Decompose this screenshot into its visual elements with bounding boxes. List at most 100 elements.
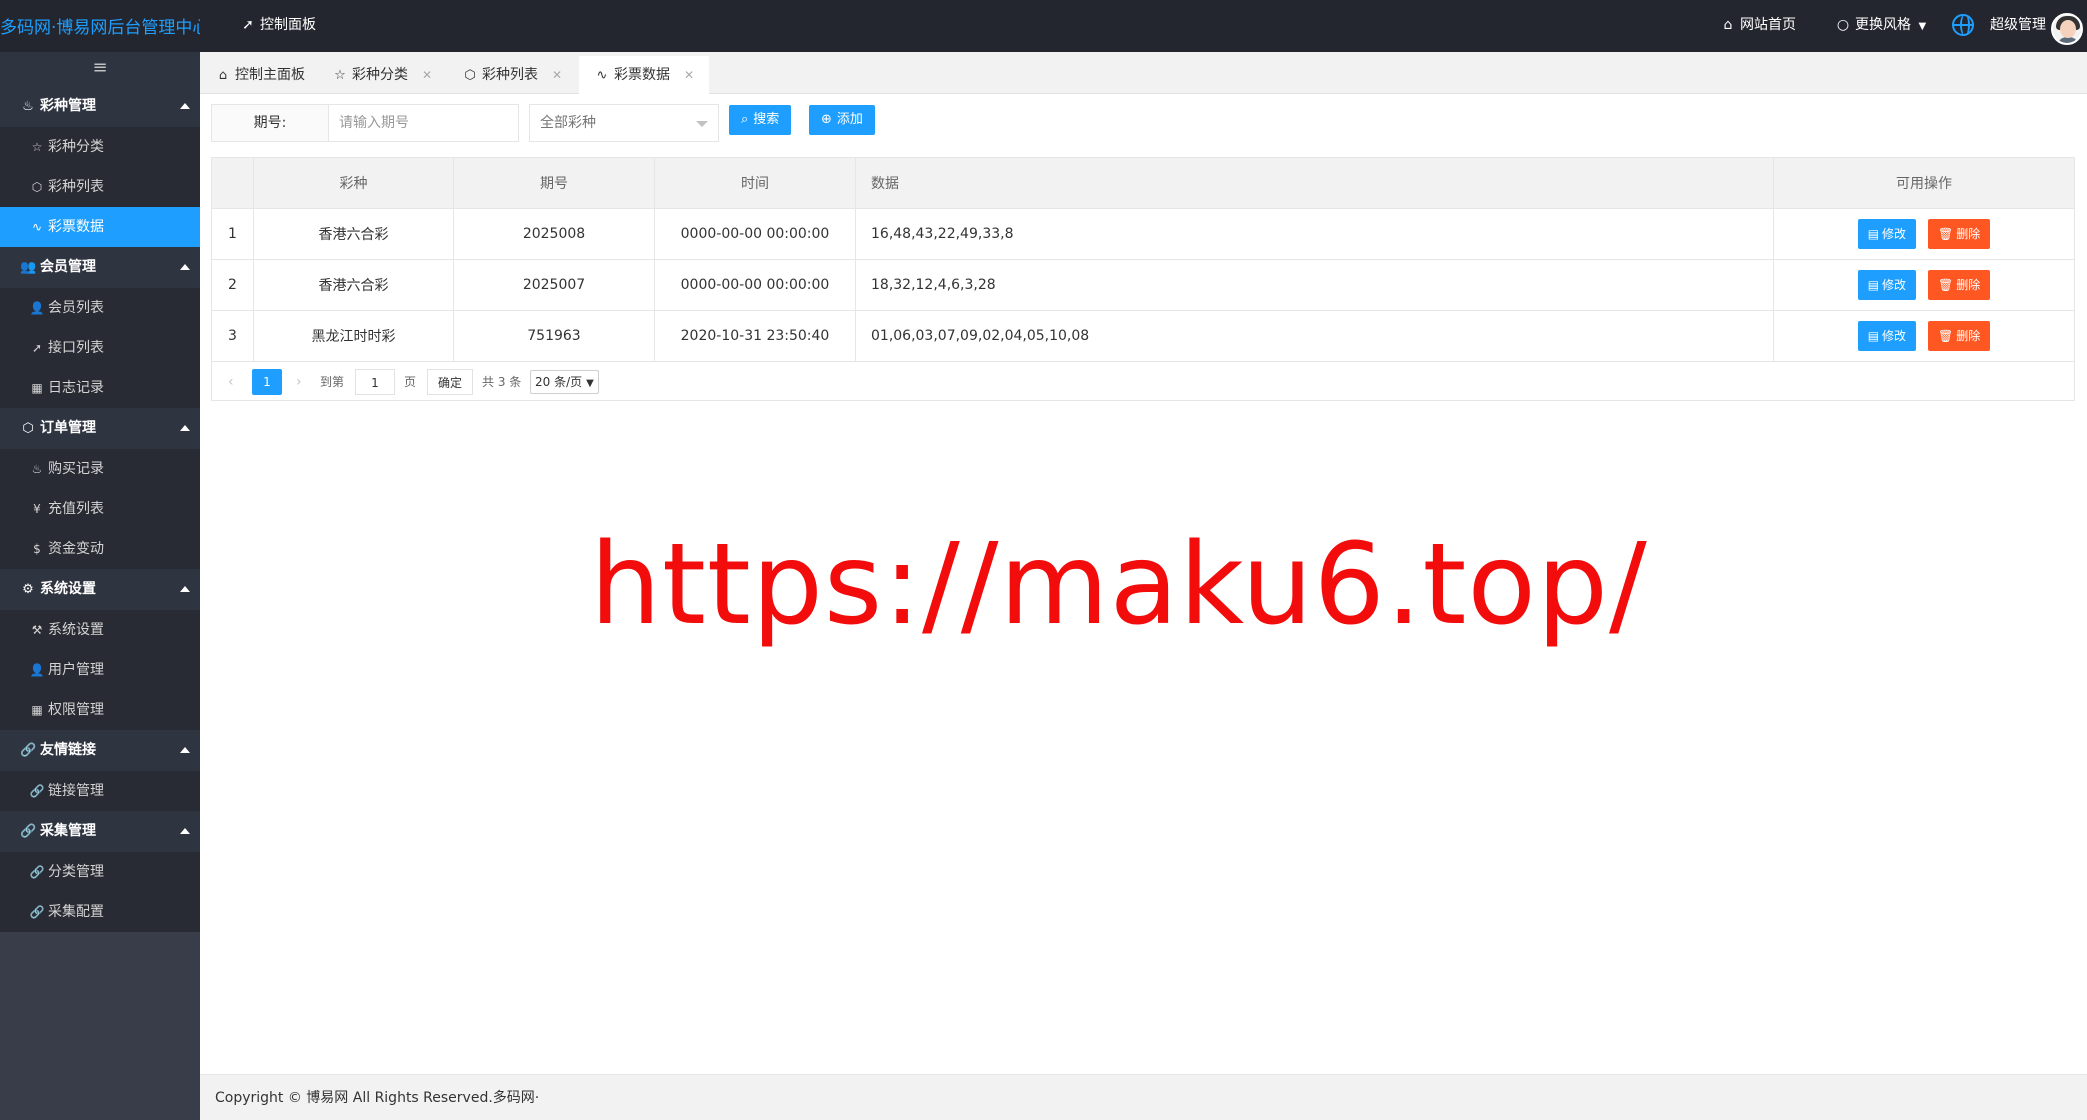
sidebar-item-lottery-list[interactable]: ⬡ 彩种列表 [0, 167, 200, 207]
close-icon[interactable]: ✕ [552, 56, 562, 94]
column-header [211, 157, 254, 209]
sidebar-item-system-settings[interactable]: ⚒ 系统设置 [0, 610, 200, 650]
data-table: 彩种 期号 时间 数据 可用操作 1 香港六合彩 2025008 0000-00… [211, 157, 2075, 362]
close-icon[interactable]: ✕ [422, 56, 432, 94]
prev-page-icon[interactable]: ‹ [228, 369, 234, 395]
send-icon: ➚ [242, 17, 254, 33]
plus-circle-icon: ⊕ [821, 112, 832, 127]
sidebar-group-orders[interactable]: ⬡ 订单管理 [0, 408, 200, 449]
pulse-icon: ∿ [596, 68, 608, 83]
sidebar: ≡ ♨ 彩种管理 ☆ 彩种分类 ⬡ 彩种列表 ∿ 彩票数据 👥 会员管理 👤 会员列表 ➚ 接… [0, 52, 200, 1120]
delete-label: 删除 [1956, 278, 1981, 292]
sidebar-item-label: 会员列表 [48, 300, 104, 316]
sidebar-group-label: 会员管理 [40, 259, 96, 275]
circle-icon: ○ [1836, 17, 1850, 33]
edit-button[interactable]: ▤ 修改 [1857, 321, 1917, 351]
column-header: 期号 [453, 157, 655, 209]
sidebar-group-label: 采集管理 [40, 823, 96, 839]
delete-label: 删除 [1956, 227, 1981, 241]
calendar-icon: ▤ [1867, 278, 1880, 292]
tab-label: 彩种分类 [352, 67, 408, 83]
hamburger-icon: ≡ [92, 57, 108, 78]
sidebar-item-purchases[interactable]: ♨ 购买记录 [0, 449, 200, 489]
delete-label: 删除 [1956, 329, 1981, 343]
sidebar-item-api-list[interactable]: ➚ 接口列表 [0, 328, 200, 368]
delete-button[interactable]: 🗑 删除 [1928, 219, 1991, 249]
sidebar-item-member-list[interactable]: 👤 会员列表 [0, 288, 200, 328]
control-panel-link[interactable]: ➚ 控制面板 [240, 0, 316, 52]
link-icon: 🔗 [29, 784, 45, 798]
lottery-kind-select[interactable]: 全部彩种 [529, 104, 719, 142]
next-page-icon[interactable]: › [296, 369, 302, 395]
sidebar-toggle[interactable]: ≡ [0, 52, 200, 86]
change-theme-dropdown[interactable]: ○ 更换风格 ▼ [1835, 0, 1926, 52]
goto-confirm-button[interactable]: 确定 [427, 369, 474, 395]
tab-lottery-list[interactable]: ⬡ 彩种列表 ✕ [447, 56, 577, 94]
sidebar-item-permissions[interactable]: ▦ 权限管理 [0, 690, 200, 730]
cell-data: 01,06,03,07,09,02,04,05,10,08 [855, 310, 1774, 362]
page-size-select[interactable]: 20 条/页 ▼ [530, 370, 599, 394]
sidebar-item-log[interactable]: ▦ 日志记录 [0, 368, 200, 408]
sidebar-group-label: 友情链接 [40, 742, 96, 758]
close-icon[interactable]: ✕ [684, 56, 694, 94]
link-icon: 🔗 [29, 865, 45, 879]
chevron-down-icon [696, 121, 708, 127]
tab-bar: ⌂ 控制主面板 ☆ 彩种分类 ✕ ⬡ 彩种列表 ✕ ∿ 彩票数据 ✕ [200, 52, 2087, 94]
sidebar-item-user-manage[interactable]: 👤 用户管理 [0, 650, 200, 690]
cube-icon: ⬡ [31, 180, 43, 194]
site-logo[interactable]: 多码网·博易网后台管理中心 [0, 0, 200, 52]
tab-label: 控制主面板 [235, 67, 305, 83]
column-header: 可用操作 [1773, 157, 2075, 209]
yen-icon: ¥ [33, 502, 41, 516]
caret-down-icon: ▼ [1918, 21, 1927, 32]
sidebar-item-lottery-category[interactable]: ☆ 彩种分类 [0, 127, 200, 167]
sidebar-item-label: 资金变动 [48, 541, 104, 557]
sidebar-item-label: 购买记录 [48, 461, 104, 477]
sidebar-item-link-manage[interactable]: 🔗 链接管理 [0, 771, 200, 811]
caret-up-icon [180, 425, 190, 431]
pulse-icon: ∿ [31, 220, 43, 234]
sidebar-item-recharge[interactable]: ¥ 充值列表 [0, 489, 200, 529]
goto-page-input[interactable]: 1 [355, 369, 395, 395]
cell-time: 2020-10-31 23:50:40 [654, 310, 856, 362]
sidebar-item-collect-config[interactable]: 🔗 采集配置 [0, 892, 200, 932]
dollar-icon: $ [33, 542, 41, 556]
cell-data: 18,32,12,4,6,3,28 [855, 259, 1774, 311]
page-current[interactable]: 1 [252, 369, 282, 395]
site-home-link[interactable]: ⌂ 网站首页 [1720, 0, 1796, 52]
tab-lottery-category[interactable]: ☆ 彩种分类 ✕ [317, 56, 447, 94]
sidebar-group-lottery[interactable]: ♨ 彩种管理 [0, 86, 200, 127]
admin-name[interactable]: 超级管理 [1990, 0, 2046, 52]
sidebar-group-members[interactable]: 👥 会员管理 [0, 247, 200, 288]
delete-button[interactable]: 🗑 删除 [1928, 270, 1991, 300]
sidebar-item-category-manage[interactable]: 🔗 分类管理 [0, 852, 200, 892]
table-row: 2 香港六合彩 2025007 0000-00-00 00:00:00 18,3… [211, 259, 2075, 311]
tab-lottery-data[interactable]: ∿ 彩票数据 ✕ [579, 56, 710, 94]
star-icon: ☆ [31, 140, 43, 154]
issue-input[interactable]: 请输入期号 [329, 104, 519, 142]
cube-icon: ⬡ [22, 421, 34, 436]
table-header-row: 彩种 期号 时间 数据 可用操作 [211, 157, 2075, 209]
cell-ops: ▤ 修改 🗑 删除 [1773, 259, 2075, 311]
link-icon: 🔗 [20, 743, 37, 758]
sidebar-group-collect[interactable]: 🔗 采集管理 [0, 811, 200, 852]
footer-copyright: Copyright © 博易网 All Rights Reserved.多码网· [200, 1074, 2087, 1120]
edit-button[interactable]: ▤ 修改 [1857, 219, 1917, 249]
add-button[interactable]: ⊕ 添加 [809, 105, 875, 135]
link-icon: 🔗 [20, 824, 37, 839]
globe-icon [1952, 14, 1974, 36]
search-icon: ⌕ [741, 112, 749, 127]
avatar[interactable] [2051, 13, 2083, 45]
delete-button[interactable]: 🗑 删除 [1928, 321, 1991, 351]
edit-button[interactable]: ▤ 修改 [1857, 270, 1917, 300]
sidebar-item-funds[interactable]: $ 资金变动 [0, 529, 200, 569]
sidebar-group-settings[interactable]: ⚙ 系统设置 [0, 569, 200, 610]
sidebar-item-label: 用户管理 [48, 662, 104, 678]
search-button[interactable]: ⌕ 搜索 [729, 105, 792, 135]
sidebar-group-links[interactable]: 🔗 友情链接 [0, 730, 200, 771]
send-icon: ➚ [31, 341, 43, 355]
cell-ops: ▤ 修改 🗑 删除 [1773, 208, 2075, 260]
goto-prefix: 到第 [320, 375, 345, 389]
tab-dashboard[interactable]: ⌂ 控制主面板 [200, 56, 320, 94]
sidebar-item-lottery-data[interactable]: ∿ 彩票数据 [0, 207, 200, 247]
